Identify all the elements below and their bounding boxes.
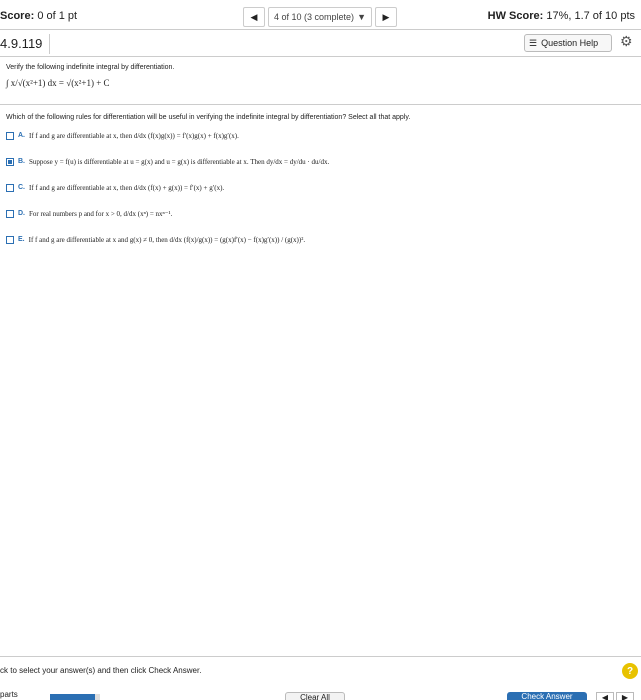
- footer-instruction: ck to select your answer(s) and then cli…: [0, 666, 202, 675]
- checkbox-b[interactable]: [6, 158, 14, 166]
- caret-right-icon: ▶: [382, 11, 390, 22]
- hw-score: HW Score: 17%, 1.7 of 10 pts: [488, 10, 635, 22]
- caret-left-icon: ◀: [250, 11, 258, 22]
- integral-text: ∫ x/√(x²+1) dx = √(x²+1) + C: [6, 78, 110, 88]
- check-answer-button[interactable]: Check Answer: [507, 692, 587, 700]
- question-help-label: Question Help: [541, 38, 599, 48]
- checkbox-a[interactable]: [6, 132, 14, 140]
- divider: [0, 656, 641, 657]
- option-letter: D.: [18, 210, 25, 217]
- previous-question-button[interactable]: ◀: [243, 7, 265, 27]
- option-text: If f and g are differentiable at x, then…: [29, 184, 225, 192]
- integral-expression: ∫ x/√(x²+1) dx = √(x²+1) + C: [6, 78, 110, 88]
- next-button[interactable]: ▶: [616, 692, 634, 700]
- parts-label: parts: [0, 690, 18, 699]
- problem-id: 4.9.119: [0, 34, 50, 54]
- question-position: 4 of 10 (3 complete): [274, 12, 355, 22]
- checkbox-d[interactable]: [6, 210, 14, 218]
- parts-progress-fill: [50, 694, 95, 700]
- caret-down-icon: ▼: [357, 12, 366, 22]
- list-icon: ☰: [529, 37, 538, 48]
- divider: [0, 56, 641, 57]
- score-label: Score:: [0, 10, 35, 22]
- option-text: For real numbers p and for x > 0, d/dx (…: [29, 210, 173, 218]
- option-e[interactable]: E. If f and g are differentiable at x an…: [6, 236, 305, 244]
- option-b[interactable]: B. Suppose y = f(u) is differentiable at…: [6, 158, 329, 166]
- hw-score-label: HW Score:: [487, 10, 544, 22]
- option-a[interactable]: A. If f and g are differentiable at x, t…: [6, 132, 239, 140]
- option-text: If f and g are differentiable at x, then…: [29, 132, 239, 140]
- option-letter: E.: [18, 236, 25, 243]
- question-help-button[interactable]: ☰ Question Help: [524, 34, 612, 52]
- checkbox-c[interactable]: [6, 184, 14, 192]
- hw-score-value: 17%, 1.7 of 10 pts: [546, 10, 635, 22]
- score: Score: 0 of 1 pt: [0, 10, 77, 22]
- gear-icon[interactable]: ⚙: [620, 33, 633, 50]
- prev-button[interactable]: ◀: [596, 692, 614, 700]
- score-value: 0 of 1 pt: [37, 10, 78, 22]
- option-text: Suppose y = f(u) is differentiable at u …: [29, 158, 330, 166]
- option-letter: B.: [18, 158, 25, 165]
- help-icon[interactable]: ?: [622, 663, 638, 679]
- option-letter: C.: [18, 184, 25, 191]
- option-c[interactable]: C. If f and g are differentiable at x, t…: [6, 184, 224, 192]
- option-letter: A.: [18, 132, 25, 139]
- clear-all-button[interactable]: Clear All: [285, 692, 345, 700]
- divider: [0, 104, 641, 105]
- instruction-text: Verify the following indefinite integral…: [6, 64, 175, 71]
- parts-progress-bar: [50, 694, 100, 700]
- checkbox-e[interactable]: [6, 236, 14, 244]
- question-navigator-dropdown[interactable]: 4 of 10 (3 complete) ▼: [268, 7, 372, 27]
- next-question-button[interactable]: ▶: [375, 7, 397, 27]
- option-text: If f and g are differentiable at x and g…: [28, 236, 306, 244]
- option-d[interactable]: D. For real numbers p and for x > 0, d/d…: [6, 210, 172, 218]
- question-text: Which of the following rules for differe…: [6, 114, 411, 121]
